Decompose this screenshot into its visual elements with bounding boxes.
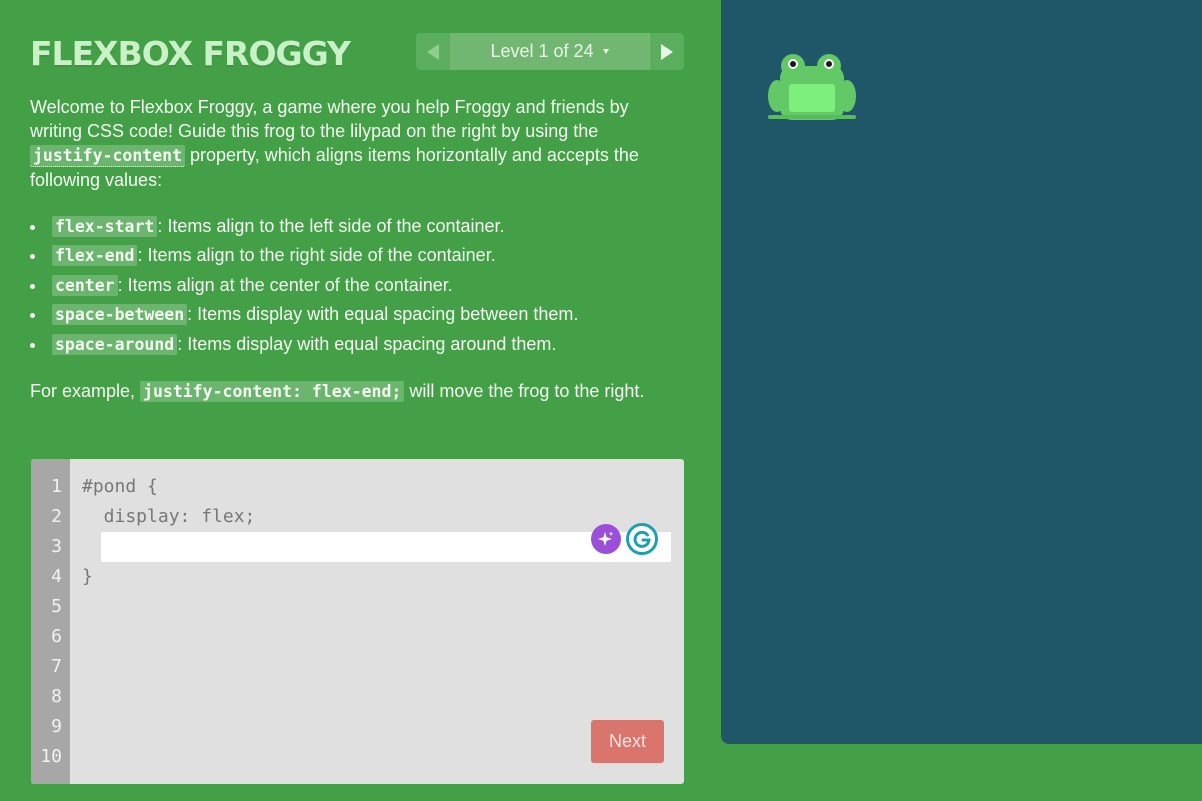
sparkle-icon[interactable] xyxy=(591,524,621,554)
caret-down-icon xyxy=(602,49,609,54)
code-line-selector: #pond { xyxy=(82,476,158,497)
line-number: 2 xyxy=(51,506,62,527)
example-text: For example, xyxy=(30,381,141,402)
list-item: center: Items align at the center of the… xyxy=(30,271,680,300)
frog-icon xyxy=(768,52,856,122)
previous-level-button[interactable] xyxy=(416,33,450,70)
list-item: flex-start: Items align to the left side… xyxy=(30,212,680,241)
list-item: space-between: Items display with equal … xyxy=(30,300,680,329)
line-number: 3 xyxy=(51,536,62,557)
line-number: 1 xyxy=(51,476,62,497)
value-code: space-around xyxy=(52,333,178,355)
arrow-left-icon xyxy=(427,43,439,60)
level-indicator[interactable]: Level 1 of 24 xyxy=(450,33,649,70)
value-code: space-between xyxy=(52,304,188,326)
line-number: 8 xyxy=(51,686,62,707)
example-code: justify-content: flex-end; xyxy=(140,381,405,403)
line-number: 7 xyxy=(51,656,62,677)
code-line-display: display: flex; xyxy=(82,506,256,527)
level-navigation: Level 1 of 24 xyxy=(416,33,684,70)
line-number: 6 xyxy=(51,626,62,647)
next-level-button[interactable] xyxy=(649,33,684,70)
instructions: Welcome to Flexbox Froggy, a game where … xyxy=(30,95,680,404)
code-line-close-brace: } xyxy=(82,566,93,587)
example-paragraph: For example, justify-content: flex-end; … xyxy=(30,379,680,404)
line-number: 10 xyxy=(40,746,62,767)
value-description: : Items align to the right side of the c… xyxy=(137,245,496,266)
value-code: center xyxy=(52,274,118,296)
arrow-right-icon xyxy=(661,43,673,60)
game-logo: FLEXBOX FROGGY xyxy=(30,34,351,73)
level-label: Level 1 of 24 xyxy=(490,41,594,61)
pond-board xyxy=(721,0,1202,744)
app: FLEXBOX FROGGY Level 1 of 24 Welcome to … xyxy=(0,0,1202,801)
list-item: flex-end: Items align to the right side … xyxy=(30,241,680,270)
intro-paragraph: Welcome to Flexbox Froggy, a game where … xyxy=(30,95,680,192)
value-description: : Items display with equal spacing betwe… xyxy=(187,304,579,325)
intro-text: Welcome to Flexbox Froggy, a game where … xyxy=(30,97,629,141)
value-description: : Items align at the center of the conta… xyxy=(117,274,453,295)
value-description: : Items align to the left side of the co… xyxy=(157,216,505,236)
value-description: : Items display with equal spacing aroun… xyxy=(177,333,557,354)
example-text-cont: will move the frog to the right. xyxy=(404,381,645,402)
value-code: flex-end xyxy=(52,245,138,267)
instructions-panel: FLEXBOX FROGGY Level 1 of 24 Welcome to … xyxy=(0,0,720,801)
css-answer-input[interactable] xyxy=(101,532,671,562)
line-number: 5 xyxy=(51,596,62,617)
list-item: space-around: Items display with equal s… xyxy=(30,330,680,359)
line-number: 9 xyxy=(51,716,62,737)
value-code: flex-start xyxy=(52,216,158,237)
next-button[interactable]: Next xyxy=(591,720,664,763)
grammarly-icon[interactable] xyxy=(626,523,658,555)
css-editor: 1 2 3 4 5 6 7 8 9 10 #pond { display: fl… xyxy=(31,459,684,784)
line-number: 4 xyxy=(51,566,62,587)
values-list: flex-start: Items align to the left side… xyxy=(30,212,680,359)
line-number-gutter: 1 2 3 4 5 6 7 8 9 10 xyxy=(31,459,70,784)
property-code[interactable]: justify-content xyxy=(30,145,186,167)
